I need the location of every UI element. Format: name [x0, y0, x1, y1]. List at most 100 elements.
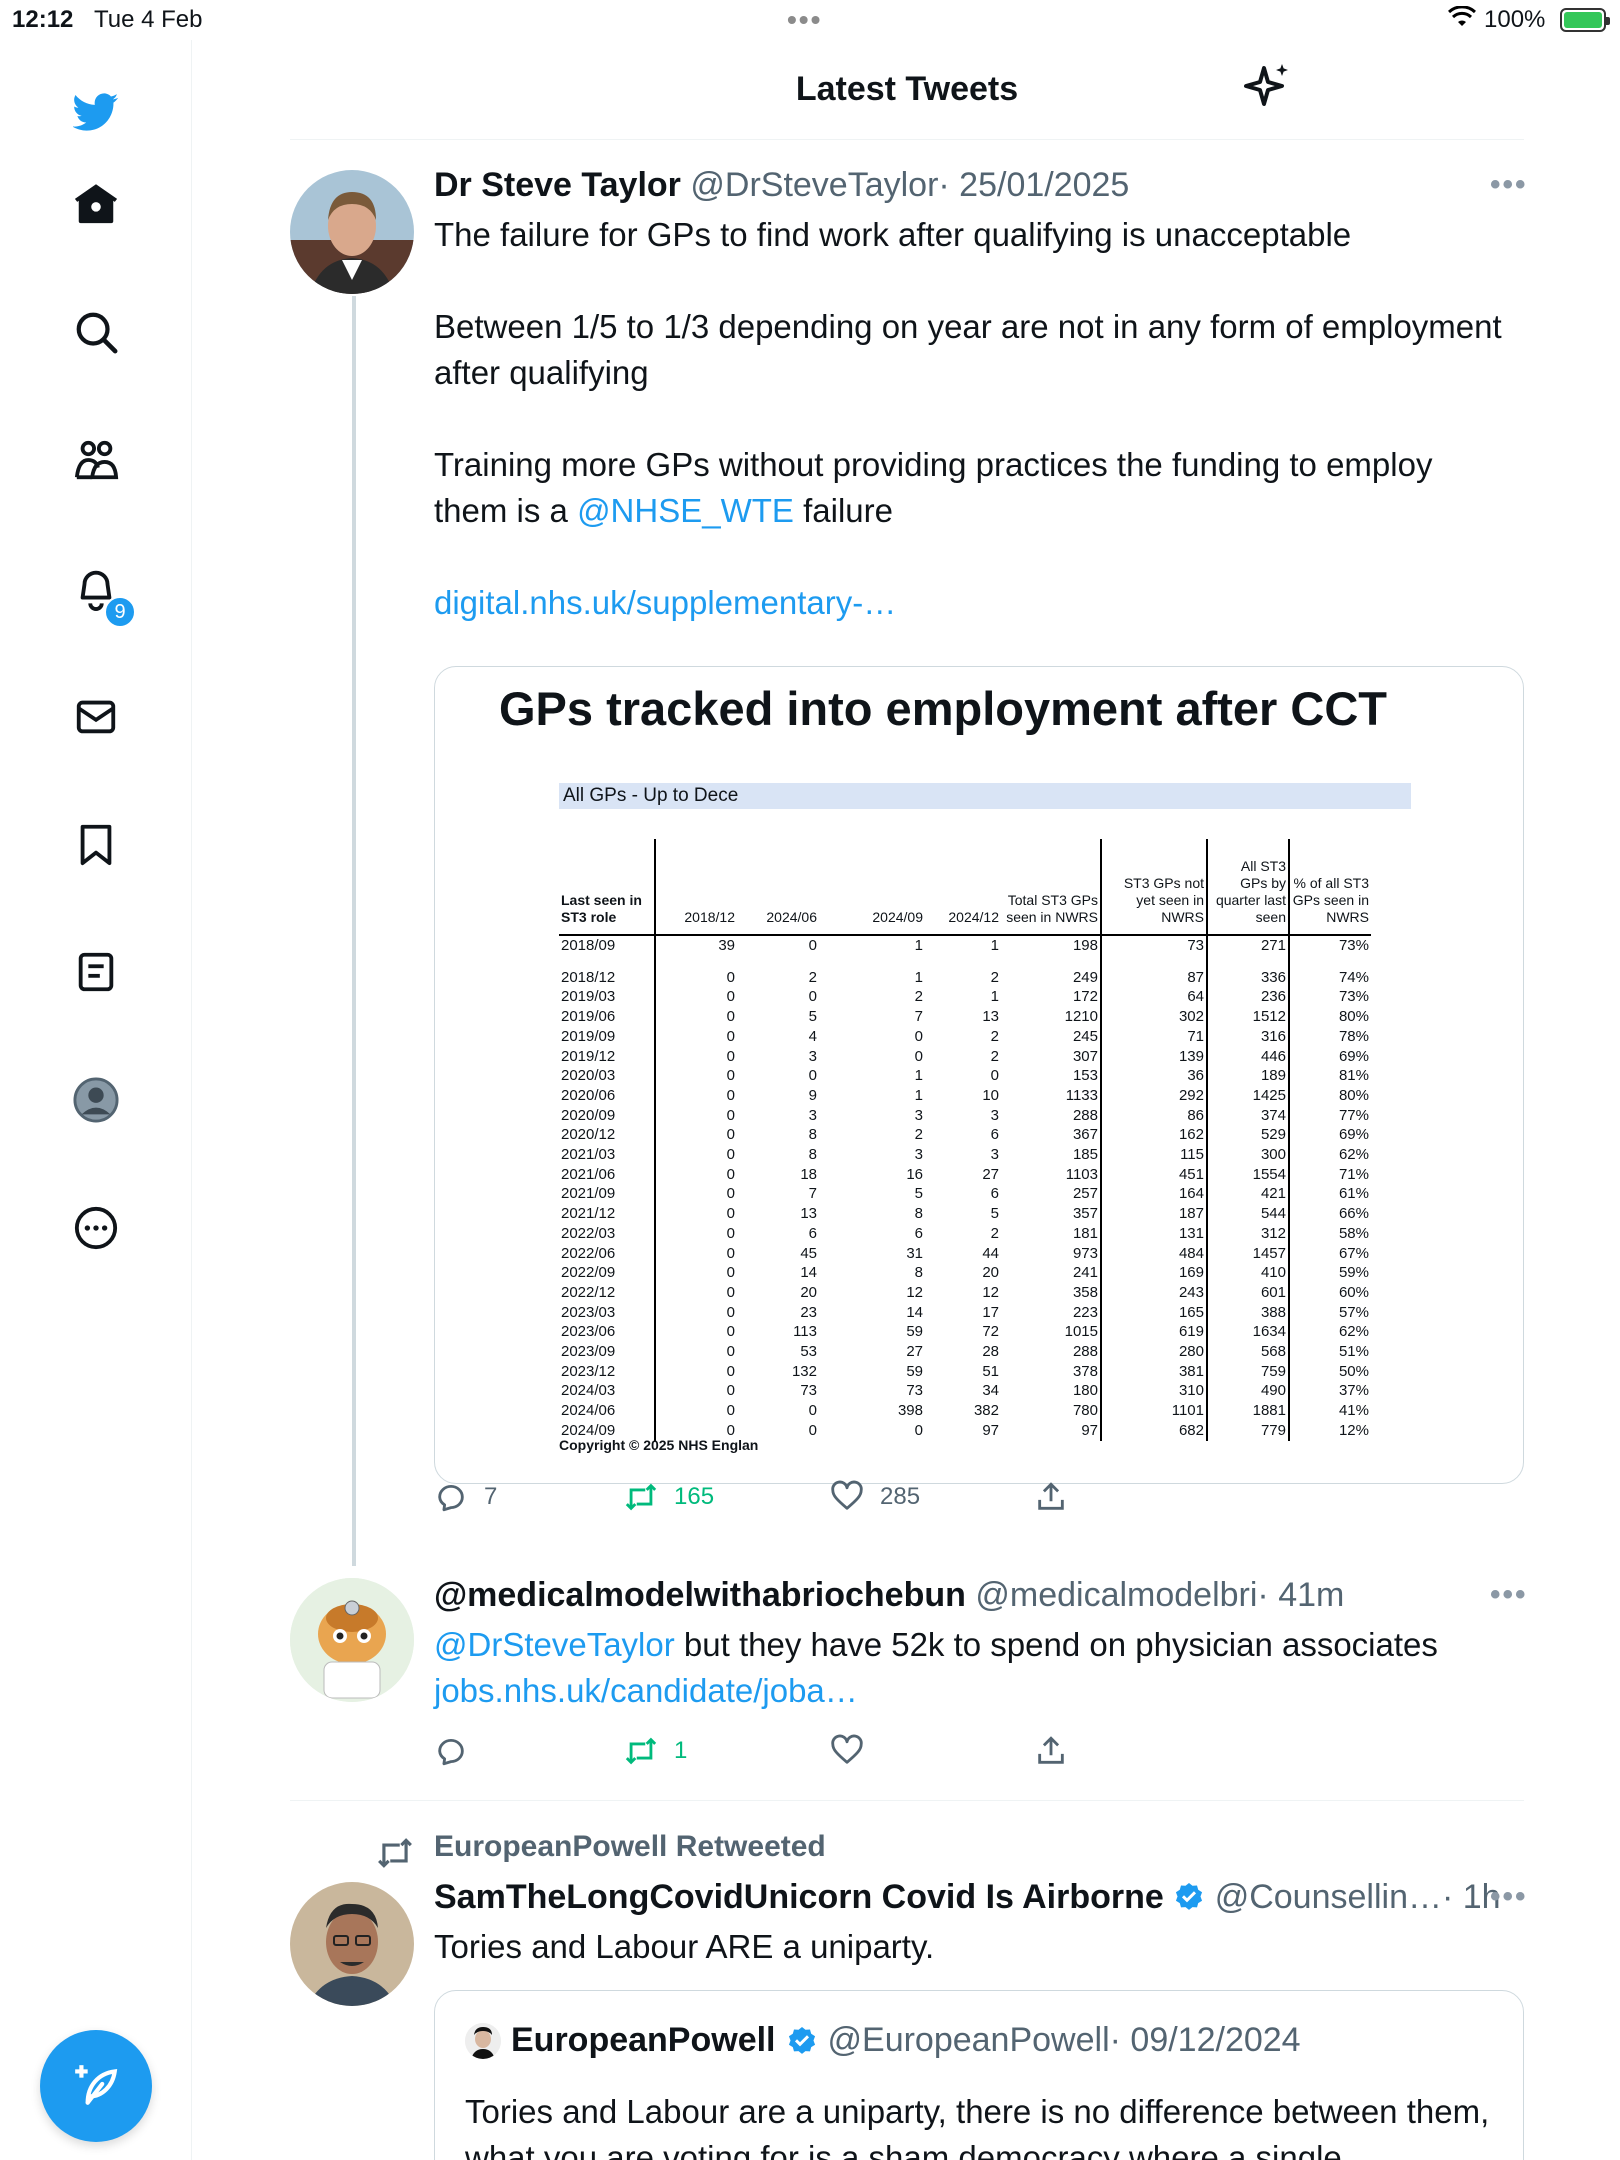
lists-icon[interactable]: [70, 946, 122, 998]
more-options-icon[interactable]: •••: [1490, 1578, 1528, 1612]
table-cell: 8: [808, 1146, 817, 1164]
table-cell: 292: [1101, 1085, 1208, 1106]
avatar[interactable]: [290, 1882, 414, 2006]
status-bar: 12:12 Tue 4 Feb ••• 100%: [0, 0, 1620, 40]
more-options-icon[interactable]: •••: [1490, 168, 1528, 202]
share-icon: [1038, 1482, 1064, 1510]
table-row: 2020/06 0 9 1 10 1133 292 1425 80%: [559, 1085, 1371, 1106]
quote-author-handle[interactable]: @EuropeanPowell: [828, 2021, 1110, 2059]
mention-link[interactable]: @NHSE_WTE: [577, 492, 794, 529]
quote-date[interactable]: · 09/12/2024: [1110, 2021, 1301, 2059]
table-cell: 50%: [1338, 1362, 1369, 1380]
author-handle[interactable]: @DrSteveTaylor: [690, 166, 938, 204]
author-handle[interactable]: @Counsellin…: [1215, 1878, 1442, 1916]
tweet-time[interactable]: · 41m: [1257, 1576, 1344, 1614]
bookmarks-icon[interactable]: [70, 818, 122, 870]
table-cell: 27: [906, 1343, 923, 1361]
heart-icon: [831, 1480, 863, 1510]
table-cell: 57%: [1338, 1303, 1369, 1321]
table-cell: 2021/12: [559, 1204, 656, 1224]
like-button[interactable]: [830, 1734, 864, 1768]
table-cell: 73: [1101, 935, 1208, 956]
author-handle[interactable]: @medicalmodelbri: [975, 1576, 1257, 1614]
url-link[interactable]: jobs.nhs.uk/candidate/joba…: [434, 1668, 1514, 1714]
table-cell: 336: [1207, 955, 1290, 988]
author-name[interactable]: SamTheLongCovidUnicorn Covid Is Airborne: [434, 1878, 1164, 1916]
share-button[interactable]: [1034, 1734, 1068, 1768]
table-cell: 59: [906, 1362, 923, 1380]
table-cell: 1512: [1207, 1007, 1290, 1027]
table-header-cell: Last seen in ST3 role: [559, 839, 656, 936]
tweet-image[interactable]: GPs tracked into employment after CCT Al…: [434, 666, 1524, 1484]
url-link[interactable]: digital.nhs.uk/supplementary-…: [434, 580, 1514, 626]
author-name[interactable]: @medicalmodelwithabriochebun: [434, 1576, 966, 1614]
table-row: 2023/09 0 53 27 28 288 280 568 51%: [559, 1342, 1371, 1362]
table-cell: 223: [1001, 1302, 1102, 1323]
table-cell: 398: [897, 1402, 923, 1420]
retweet-icon: [625, 1737, 657, 1765]
tweet-line-text: but they have 52k to spend on physician …: [674, 1626, 1438, 1663]
table-cell: 6: [808, 1224, 817, 1242]
communities-icon[interactable]: [70, 434, 122, 486]
table-cell: 1554: [1207, 1164, 1290, 1185]
table-cell: 2021/09: [559, 1184, 656, 1205]
mention-link[interactable]: @DrSteveTaylor: [434, 1626, 675, 1663]
search-icon[interactable]: [70, 306, 122, 358]
quote-avatar[interactable]: [465, 2022, 501, 2059]
table-cell: 2019/12: [559, 1046, 656, 1067]
quote-author-name[interactable]: EuropeanPowell: [511, 2021, 776, 2060]
twitter-logo-icon[interactable]: [70, 86, 122, 138]
table-cell: 302: [1101, 1007, 1208, 1027]
table-row: 2024/03 0 73 73 34 180 310 490 37%: [559, 1381, 1371, 1402]
retweet-icon: [625, 1483, 657, 1511]
like-count: 285: [880, 1483, 921, 1510]
retweeted-by[interactable]: EuropeanPowell Retweeted: [434, 1830, 826, 1864]
table-cell: 3: [990, 1146, 999, 1164]
retweet-button[interactable]: 1: [624, 1734, 687, 1768]
table-cell: 1457: [1207, 1243, 1290, 1264]
profile-avatar-icon[interactable]: [70, 1074, 122, 1126]
tweet-date[interactable]: · 25/01/2025: [938, 166, 1129, 204]
table-cell: 77%: [1338, 1106, 1369, 1124]
retweet-button[interactable]: 165: [624, 1480, 714, 1514]
table-cell: 0: [726, 1362, 735, 1380]
reply-button[interactable]: 7: [434, 1480, 497, 1514]
table-cell: 358: [1001, 1282, 1102, 1303]
tweet[interactable]: @medicalmodelwithabriochebun @medicalmod…: [290, 1576, 1526, 1786]
tweet[interactable]: EuropeanPowell Retweeted SamTheLongCovid…: [290, 1828, 1526, 2160]
table-cell: 374: [1207, 1105, 1290, 1126]
tweet-header: SamTheLongCovidUnicorn Covid Is Airborne…: [434, 1878, 1501, 1917]
sparkle-icon[interactable]: [1244, 62, 1292, 110]
author-name[interactable]: Dr Steve Taylor: [434, 166, 681, 204]
table-cell: 2023/09: [559, 1342, 656, 1362]
more-icon[interactable]: [70, 1202, 122, 1254]
table-cell: 9: [808, 1086, 817, 1104]
tweet[interactable]: Dr Steve Taylor @DrSteveTaylor· 25/01/20…: [290, 166, 1526, 1566]
table-cell: 241: [1001, 1263, 1102, 1283]
home-icon[interactable]: [70, 178, 122, 230]
avatar[interactable]: [290, 1578, 414, 1702]
reply-count: 7: [484, 1483, 498, 1510]
reply-button[interactable]: [434, 1734, 468, 1768]
avatar[interactable]: [290, 170, 414, 294]
table-cell: 0: [726, 1343, 735, 1361]
quoted-tweet[interactable]: EuropeanPowell @EuropeanPowell· 09/12/20…: [434, 1990, 1524, 2160]
table-cell: 66%: [1338, 1205, 1369, 1223]
table-cell: 5: [914, 1185, 923, 1203]
table-cell: 8: [914, 1205, 923, 1223]
more-options-icon[interactable]: •••: [1490, 1880, 1528, 1914]
table-cell: 619: [1101, 1322, 1208, 1343]
messages-icon[interactable]: [70, 690, 122, 742]
table-cell: 12: [982, 1283, 999, 1301]
table-cell: 71: [1101, 1026, 1208, 1047]
table-cell: 0: [726, 1165, 735, 1183]
compose-tweet-button[interactable]: [40, 2030, 152, 2142]
retweet-icon: [378, 1838, 412, 1868]
share-button[interactable]: [1034, 1480, 1068, 1514]
like-button[interactable]: 285: [830, 1480, 920, 1514]
multitasking-dots-icon[interactable]: •••: [787, 4, 822, 36]
table-cell: 62%: [1338, 1146, 1369, 1164]
table-cell: 0: [726, 1205, 735, 1223]
table-cell: 0: [726, 1323, 735, 1341]
table-cell: 28: [982, 1343, 999, 1361]
